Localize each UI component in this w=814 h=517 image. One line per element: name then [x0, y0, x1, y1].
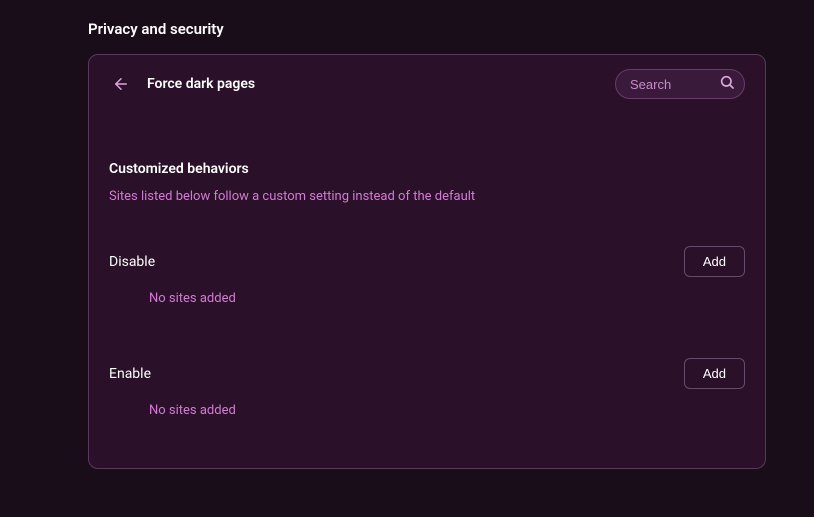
disable-row: Disable Add [109, 246, 745, 277]
add-disable-button[interactable]: Add [684, 246, 745, 277]
arrow-left-icon [112, 75, 130, 93]
enable-empty-message: No sites added [109, 403, 745, 418]
disable-label: Disable [109, 254, 155, 270]
search-input[interactable] [615, 69, 745, 99]
page-title: Privacy and security [0, 0, 814, 54]
enable-row: Enable Add [109, 358, 745, 389]
enable-label: Enable [109, 366, 151, 382]
card-title: Force dark pages [147, 76, 601, 92]
section-description: Sites listed below follow a custom setti… [109, 189, 745, 204]
back-button[interactable] [109, 72, 133, 96]
section-title: Customized behaviors [109, 161, 745, 177]
disable-empty-message: No sites added [109, 291, 745, 306]
add-enable-button[interactable]: Add [684, 358, 745, 389]
card-body: Customized behaviors Sites listed below … [89, 111, 765, 468]
search-wrap [615, 69, 745, 99]
settings-card: Force dark pages Customized behaviors Si… [88, 54, 766, 469]
card-header: Force dark pages [89, 55, 765, 111]
